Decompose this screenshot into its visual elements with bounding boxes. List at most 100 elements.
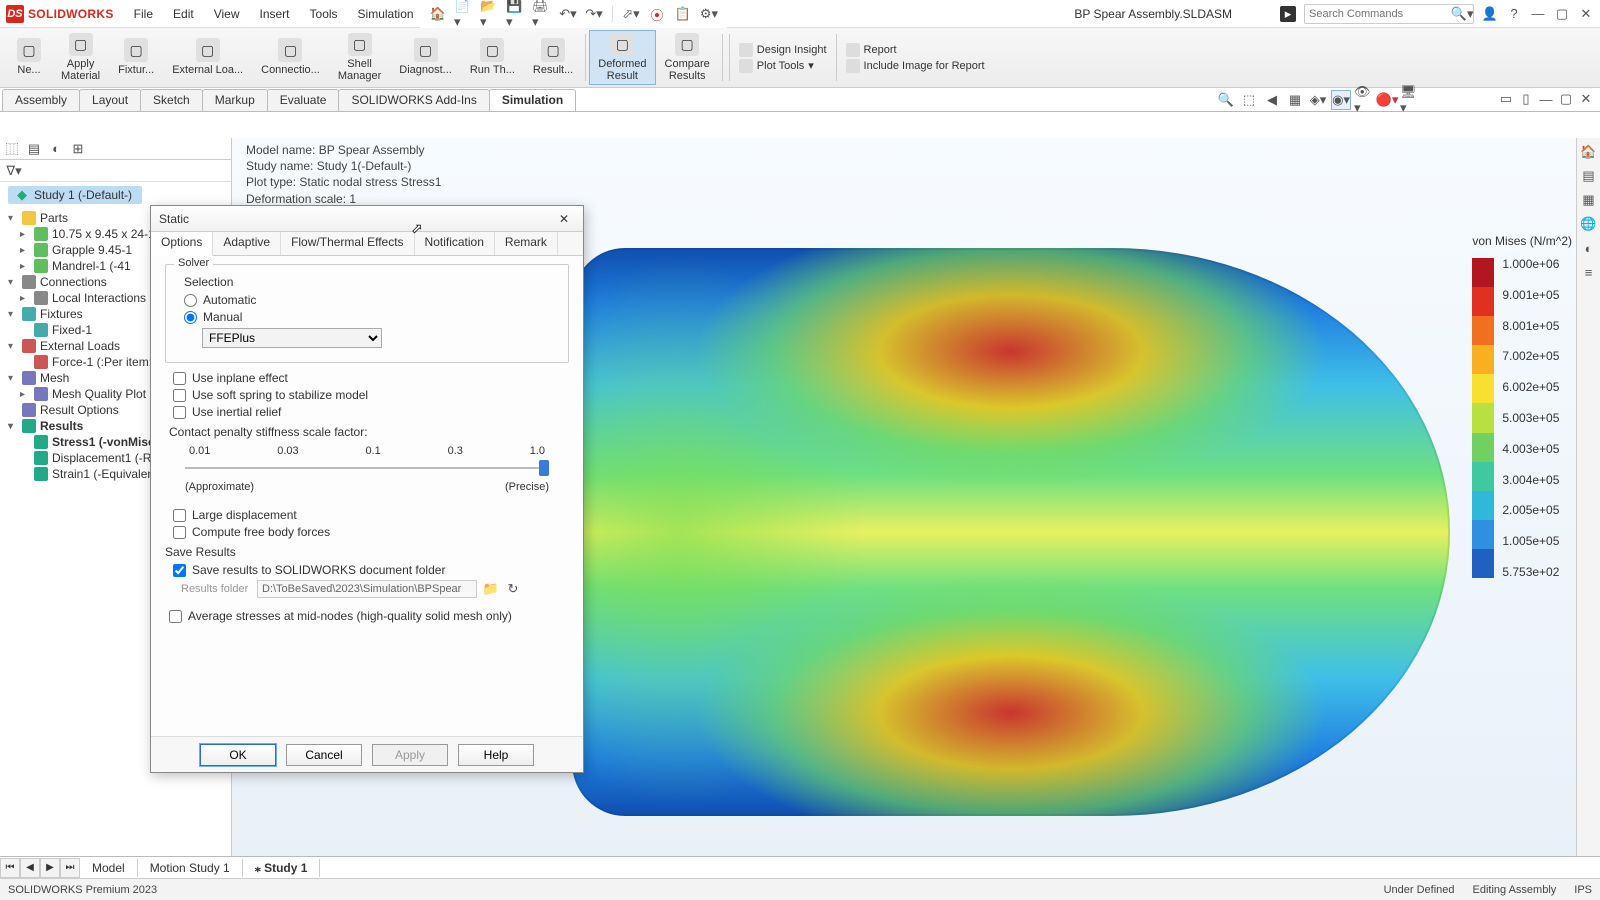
taskpane-resources-icon[interactable]: ▤ bbox=[1581, 168, 1597, 184]
home-icon[interactable]: 🏠 bbox=[428, 6, 448, 22]
filter-icon[interactable]: ∇▾ bbox=[6, 163, 22, 179]
menu-simulation[interactable]: Simulation bbox=[350, 3, 422, 25]
tab-assembly[interactable]: Assembly bbox=[2, 89, 80, 111]
pane-split-v-icon[interactable]: ▯ bbox=[1518, 91, 1534, 107]
apply-button[interactable]: Apply bbox=[372, 744, 448, 766]
nav-first-icon[interactable]: ⏮ bbox=[0, 858, 20, 878]
taskpane-appearances-icon[interactable]: ◐ bbox=[1581, 240, 1597, 256]
search-icon[interactable]: 🔍 bbox=[1451, 6, 1467, 22]
report-button[interactable]: Report bbox=[846, 43, 985, 57]
taskpane-explorer-icon[interactable]: 🌐 bbox=[1581, 216, 1597, 232]
prev-view-icon[interactable]: ◀ bbox=[1262, 90, 1282, 110]
penalty-slider[interactable]: 0.010.030.10.31.0 (Approximate)(Precise) bbox=[185, 445, 549, 493]
save-to-doc-checkbox[interactable]: Save results to SOLIDWORKS document fold… bbox=[173, 563, 569, 577]
tab-simulation[interactable]: Simulation bbox=[489, 89, 576, 111]
plot-tools-button[interactable]: Plot Tools ▾ bbox=[739, 59, 827, 73]
search-commands[interactable]: 🔍 ▾ bbox=[1304, 4, 1474, 24]
solver-select[interactable]: FFEPlus bbox=[202, 328, 382, 348]
dialog-tab-flow-thermal-effects[interactable]: Flow/Thermal Effects bbox=[281, 232, 414, 255]
ribbon-btn-4[interactable]: ▢Connectio... bbox=[252, 30, 329, 85]
search-input[interactable] bbox=[1309, 8, 1451, 20]
print-icon[interactable]: 🖨▾ bbox=[532, 6, 552, 22]
inertial-checkbox[interactable]: Use inertial relief bbox=[173, 405, 569, 419]
zoom-area-icon[interactable]: ⬚ bbox=[1239, 90, 1259, 110]
minimize-icon[interactable]: — bbox=[1530, 6, 1546, 22]
scene-icon[interactable]: 🖥▾ bbox=[1400, 90, 1420, 110]
pane-split-h-icon[interactable]: ▭ bbox=[1498, 91, 1514, 107]
pane-max-icon[interactable]: ▢ bbox=[1558, 91, 1574, 107]
open-icon[interactable]: 📂▾ bbox=[480, 6, 500, 22]
pane-close-icon[interactable]: ✕ bbox=[1578, 91, 1594, 107]
tab-solidworks-add-ins[interactable]: SOLIDWORKS Add-Ins bbox=[338, 89, 489, 111]
select-icon[interactable]: ⬀▾ bbox=[621, 6, 641, 22]
display-style-icon[interactable]: ◉▾ bbox=[1331, 90, 1351, 110]
ribbon-btn-0[interactable]: ▢Ne... bbox=[6, 30, 52, 85]
tab-layout[interactable]: Layout bbox=[79, 89, 141, 111]
dialog-titlebar[interactable]: Static ✕ bbox=[151, 206, 583, 232]
avg-stress-checkbox[interactable]: Average stresses at mid-nodes (high-qual… bbox=[169, 609, 569, 623]
feature-tree-icon[interactable]: ⿲ bbox=[4, 141, 20, 157]
new-icon[interactable]: 📄▾ bbox=[454, 6, 474, 22]
display-tree-icon[interactable]: ◐ bbox=[48, 141, 64, 157]
dialog-close-button[interactable]: ✕ bbox=[553, 210, 575, 228]
save-icon[interactable]: 💾▾ bbox=[506, 6, 526, 22]
include-image-button[interactable]: Include Image for Report bbox=[846, 59, 985, 73]
nav-prev-icon[interactable]: ◀ bbox=[20, 858, 40, 878]
nav-next-icon[interactable]: ▶ bbox=[40, 858, 60, 878]
settings-icon[interactable]: ⚙▾ bbox=[699, 6, 719, 22]
menu-insert[interactable]: Insert bbox=[252, 3, 298, 25]
menu-file[interactable]: File bbox=[126, 3, 161, 25]
solver-auto-radio[interactable]: Automatic bbox=[184, 293, 558, 307]
dialog-tab-notification[interactable]: Notification bbox=[415, 232, 495, 255]
dialog-tab-options[interactable]: Options bbox=[151, 232, 213, 256]
bottom-tab-study-1[interactable]: ⁎ Study 1 bbox=[243, 859, 321, 877]
ribbon-btn-10[interactable]: ▢Compare Results bbox=[656, 30, 719, 85]
hide-show-icon[interactable]: 👁▾ bbox=[1354, 90, 1374, 110]
softspring-checkbox[interactable]: Use soft spring to stabilize model bbox=[173, 388, 569, 402]
section-view-icon[interactable]: ▦ bbox=[1285, 90, 1305, 110]
help-icon[interactable]: ? bbox=[1506, 6, 1522, 22]
close-icon[interactable]: ✕ bbox=[1578, 6, 1594, 22]
undo-icon[interactable]: ↶▾ bbox=[558, 6, 578, 22]
tab-markup[interactable]: Markup bbox=[202, 89, 268, 111]
rebuild-icon[interactable]: ⦿ bbox=[647, 6, 667, 22]
ribbon-btn-8[interactable]: ▢Result... bbox=[524, 30, 582, 85]
view-orient-icon[interactable]: ◈▾ bbox=[1308, 90, 1328, 110]
restore-icon[interactable]: ▢ bbox=[1554, 6, 1570, 22]
pane-min-icon[interactable]: — bbox=[1538, 91, 1554, 107]
ribbon-btn-2[interactable]: ▢Fixtur... bbox=[109, 30, 163, 85]
ribbon-btn-9[interactable]: ▢Deformed Result bbox=[589, 30, 655, 85]
search-dropdown-icon[interactable]: ▾ bbox=[1467, 6, 1474, 22]
taskpane-properties-icon[interactable]: ≡ bbox=[1581, 264, 1597, 280]
ribbon-btn-7[interactable]: ▢Run Th... bbox=[461, 30, 524, 85]
ribbon-btn-5[interactable]: ▢Shell Manager bbox=[329, 30, 390, 85]
ribbon-btn-3[interactable]: ▢External Loa... bbox=[163, 30, 252, 85]
bottom-tab-model[interactable]: Model bbox=[80, 859, 138, 877]
sim-tree-icon[interactable]: ⊞ bbox=[70, 141, 86, 157]
taskpane-library-icon[interactable]: ▦ bbox=[1581, 192, 1597, 208]
user-icon[interactable]: 👤 bbox=[1482, 6, 1498, 22]
solver-manual-radio[interactable]: Manual bbox=[184, 310, 558, 324]
cmd-prompt-icon[interactable]: ▸ bbox=[1280, 6, 1296, 22]
tab-evaluate[interactable]: Evaluate bbox=[267, 89, 340, 111]
dialog-tab-remark[interactable]: Remark bbox=[495, 232, 558, 255]
cancel-button[interactable]: Cancel bbox=[286, 744, 362, 766]
largedisp-checkbox[interactable]: Large displacement bbox=[173, 508, 569, 522]
nav-last-icon[interactable]: ⏭ bbox=[60, 858, 80, 878]
ok-button[interactable]: OK bbox=[200, 744, 276, 766]
inplane-checkbox[interactable]: Use inplane effect bbox=[173, 371, 569, 385]
menu-tools[interactable]: Tools bbox=[302, 3, 346, 25]
browse-folder-icon[interactable]: 📁 bbox=[483, 581, 499, 597]
ribbon-btn-6[interactable]: ▢Diagnost... bbox=[390, 30, 461, 85]
help-button[interactable]: Help bbox=[458, 744, 534, 766]
dialog-tab-adaptive[interactable]: Adaptive bbox=[213, 232, 281, 255]
taskpane-home-icon[interactable]: 🏠 bbox=[1581, 144, 1597, 160]
freebody-checkbox[interactable]: Compute free body forces bbox=[173, 525, 569, 539]
tab-sketch[interactable]: Sketch bbox=[140, 89, 203, 111]
slider-thumb[interactable] bbox=[539, 460, 549, 476]
refresh-folder-icon[interactable]: ↻ bbox=[505, 581, 521, 597]
menu-view[interactable]: View bbox=[206, 3, 248, 25]
zoom-fit-icon[interactable]: 🔍 bbox=[1216, 90, 1236, 110]
menu-edit[interactable]: Edit bbox=[165, 3, 202, 25]
config-tree-icon[interactable]: ▤ bbox=[26, 141, 42, 157]
